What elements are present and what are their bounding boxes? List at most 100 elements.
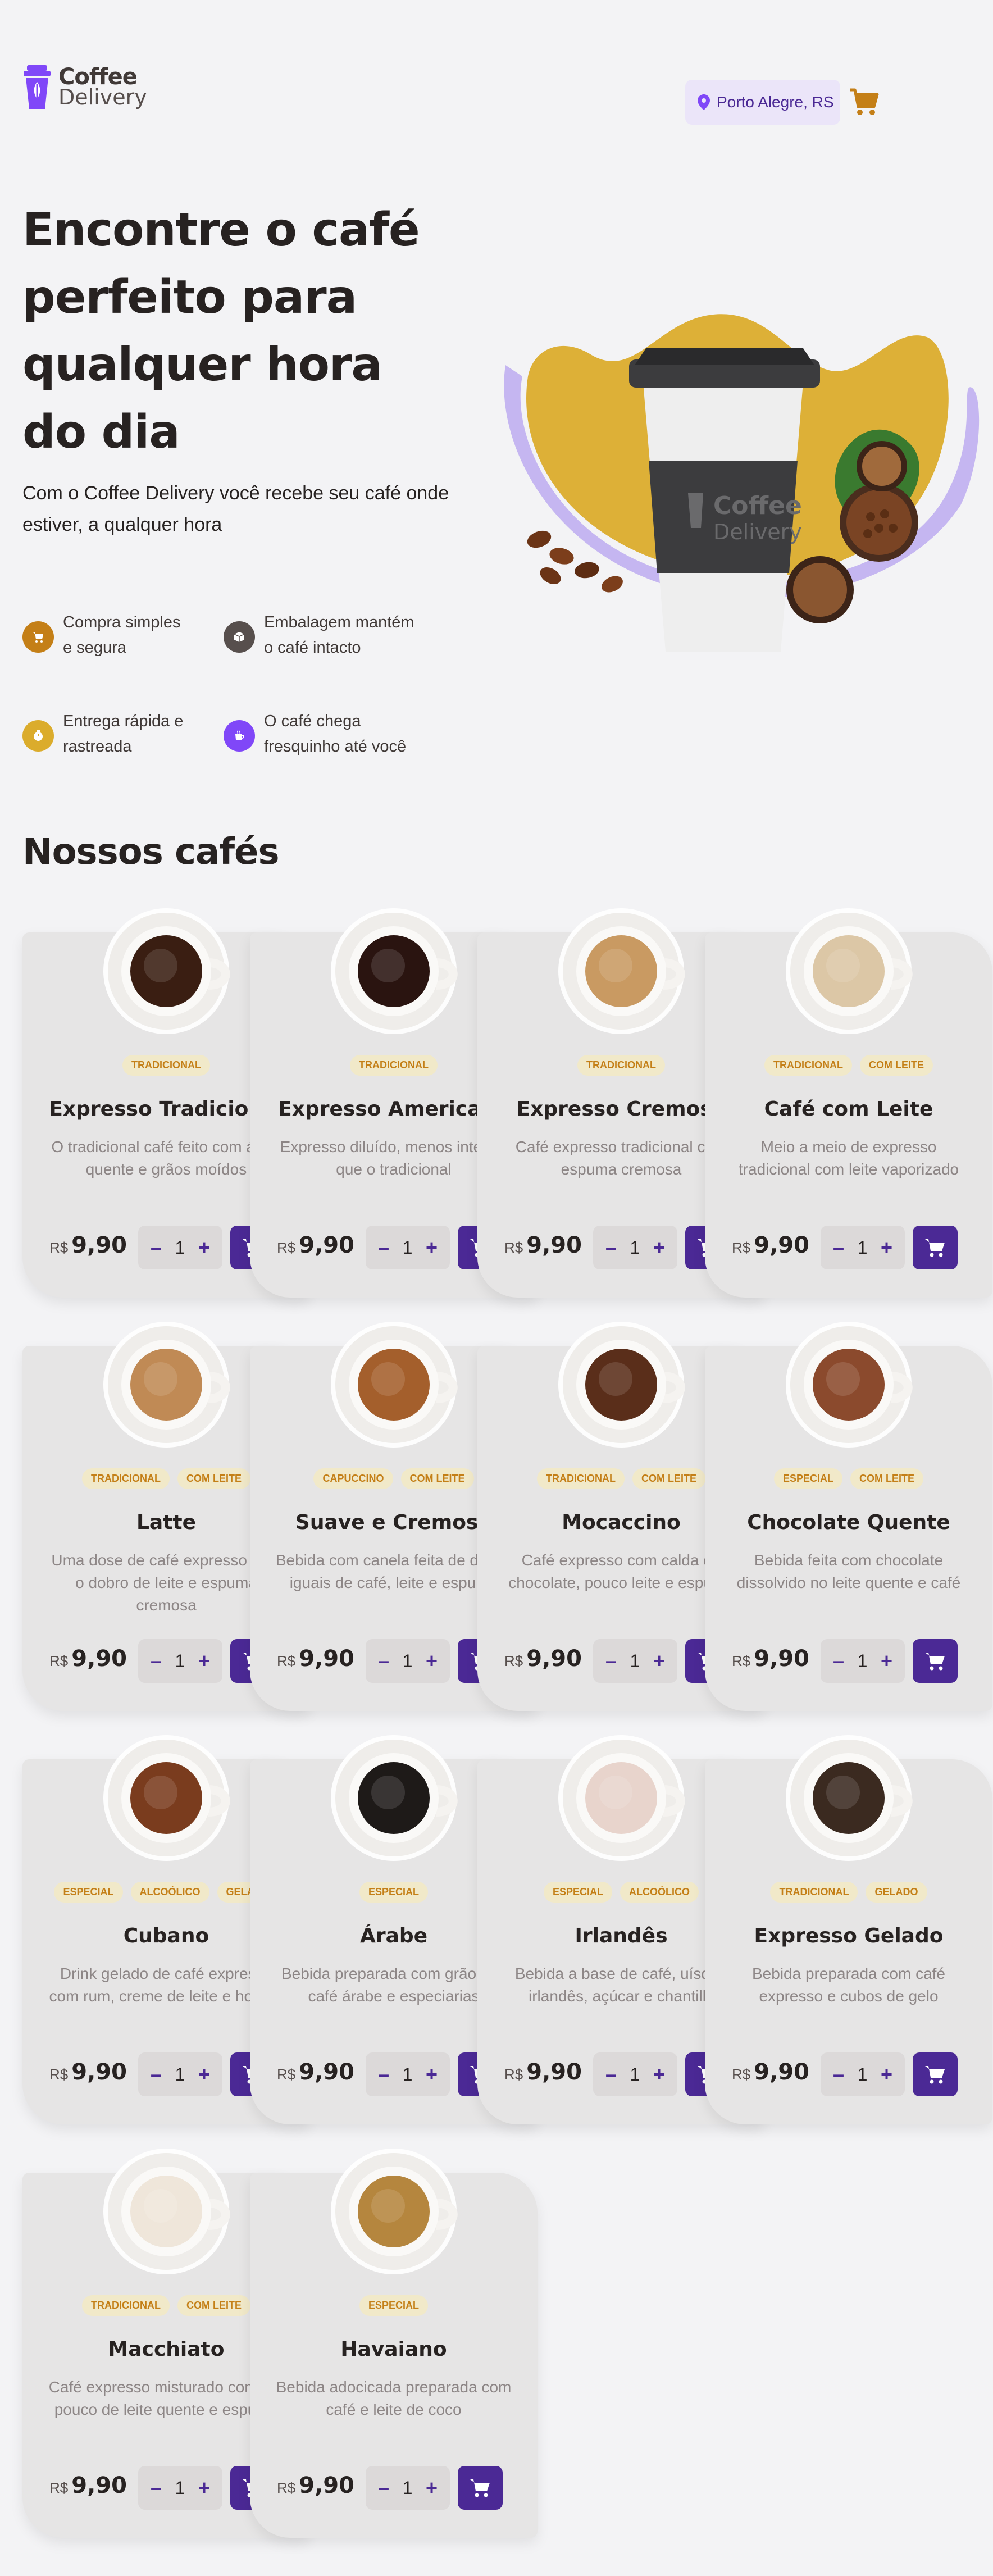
coffee-tag: TRADICIONAL: [82, 1468, 170, 1489]
plus-icon[interactable]: +: [198, 1649, 210, 1673]
currency-label: R$: [504, 1653, 523, 1669]
coffee-tag: TRADICIONAL: [537, 1468, 625, 1489]
minus-icon[interactable]: –: [378, 1649, 389, 1673]
package-icon: [224, 621, 255, 653]
minus-icon[interactable]: –: [378, 2063, 389, 2086]
coffee-price: R$ 9,90: [732, 1646, 809, 1672]
cart-icon[interactable]: [849, 88, 880, 117]
currency-label: R$: [504, 2066, 523, 2083]
quantity-stepper[interactable]: – 1 +: [138, 2466, 222, 2510]
coffee-price: R$ 9,90: [277, 2059, 354, 2085]
coffee-tag: TRADICIONAL: [764, 1055, 852, 1076]
minus-icon[interactable]: –: [151, 1649, 162, 1673]
coffee-cup-photo-icon: [331, 1735, 458, 1861]
quantity-value: 1: [857, 2064, 868, 2085]
coffee-tag: COM LEITE: [177, 1468, 250, 1489]
quantity-stepper[interactable]: – 1 +: [366, 2052, 450, 2096]
minus-icon[interactable]: –: [605, 1649, 617, 1673]
quantity-value: 1: [175, 1237, 185, 1258]
plus-icon[interactable]: +: [653, 1236, 665, 1259]
coffee-tag: ESPECIAL: [359, 2295, 429, 2316]
logo-text: Coffee Delivery: [58, 66, 147, 108]
minus-icon[interactable]: –: [833, 2063, 844, 2086]
coffee-name: Chocolate Quente: [747, 1511, 950, 1534]
currency-label: R$: [49, 2066, 69, 2083]
minus-icon[interactable]: –: [605, 2063, 617, 2086]
plus-icon[interactable]: +: [881, 2063, 892, 2086]
coffee-tag: ALCOÓLICO: [620, 1882, 699, 1903]
quantity-stepper[interactable]: – 1 +: [366, 1639, 450, 1683]
add-to-cart-button[interactable]: [913, 2052, 958, 2096]
add-to-cart-button[interactable]: [458, 2466, 503, 2510]
price-value: 9,90: [299, 2059, 354, 2085]
plus-icon[interactable]: +: [426, 2476, 438, 2500]
coffee-cup-photo-icon: [786, 1735, 913, 1861]
location-button[interactable]: Porto Alegre, RS: [685, 80, 840, 125]
coffee-card: TRADICIONAL GELADO Expresso Gelado Bebida…: [705, 1735, 992, 2124]
coffee-price: R$ 9,90: [277, 1646, 354, 1672]
quantity-stepper[interactable]: – 1 +: [821, 2052, 905, 2096]
plus-icon[interactable]: +: [426, 2063, 438, 2086]
coffee-tag: COM LEITE: [400, 1468, 474, 1489]
minus-icon[interactable]: –: [378, 1236, 389, 1259]
plus-icon[interactable]: +: [426, 1649, 438, 1673]
feature-fast-delivery: Entrega rápida e rastreada: [22, 709, 213, 759]
minus-icon[interactable]: –: [151, 2476, 162, 2500]
quantity-stepper[interactable]: – 1 +: [593, 2052, 677, 2096]
plus-icon[interactable]: +: [653, 1649, 665, 1673]
add-to-cart-button[interactable]: [913, 1639, 958, 1683]
coffee-cup-photo-icon: [558, 1322, 685, 1448]
plus-icon[interactable]: +: [198, 2476, 210, 2500]
quantity-stepper[interactable]: – 1 +: [138, 1639, 222, 1683]
coffee-tag: TRADICIONAL: [82, 2295, 170, 2316]
plus-icon[interactable]: +: [881, 1649, 892, 1673]
coffee-cup-photo-icon: [331, 908, 458, 1034]
minus-icon[interactable]: –: [605, 1236, 617, 1259]
coffee-tag: ALCOÓLICO: [130, 1882, 209, 1903]
coffee-tags: ESPECIAL: [250, 2295, 538, 2316]
cart-icon: [925, 1653, 945, 1671]
coffee-tag: TRADICIONAL: [577, 1055, 665, 1076]
minus-icon[interactable]: –: [378, 2476, 389, 2500]
minus-icon[interactable]: –: [833, 1236, 844, 1259]
coffee-price: R$ 9,90: [277, 1232, 354, 1258]
feature-fresh-coffee: O café chega fresquinho até você: [224, 709, 437, 759]
minus-icon[interactable]: –: [833, 1649, 844, 1673]
coffee-tag: TRADICIONAL: [770, 1882, 858, 1903]
coffee-price: R$ 9,90: [49, 1232, 127, 1258]
quantity-stepper[interactable]: – 1 +: [366, 1226, 450, 1269]
quantity-value: 1: [402, 1237, 413, 1258]
quantity-stepper[interactable]: – 1 +: [821, 1226, 905, 1269]
quantity-stepper[interactable]: – 1 +: [366, 2466, 450, 2510]
coffee-cup-photo-icon: [558, 908, 685, 1034]
quantity-stepper[interactable]: – 1 +: [821, 1639, 905, 1683]
price-value: 9,90: [71, 1232, 127, 1258]
minus-icon[interactable]: –: [151, 1236, 162, 1259]
coffee-tag: TRADICIONAL: [122, 1055, 210, 1076]
minus-icon[interactable]: –: [151, 2063, 162, 2086]
price-value: 9,90: [526, 2059, 582, 2085]
coffee-price: R$ 9,90: [504, 1646, 582, 1672]
plus-icon[interactable]: +: [198, 1236, 210, 1259]
coffee-tag: COM LEITE: [632, 1468, 705, 1489]
currency-label: R$: [49, 2479, 69, 2496]
plus-icon[interactable]: +: [198, 2063, 210, 2086]
coffee-price: R$ 9,90: [49, 2473, 127, 2498]
add-to-cart-button[interactable]: [913, 1226, 958, 1269]
quantity-value: 1: [175, 2064, 185, 2085]
logo[interactable]: Coffee Delivery: [22, 65, 147, 109]
quantity-stepper[interactable]: – 1 +: [593, 1639, 677, 1683]
currency-label: R$: [277, 1239, 296, 1256]
plus-icon[interactable]: +: [426, 1236, 438, 1259]
coffee-name: Havaiano: [340, 2338, 447, 2361]
coffee-tag: TRADICIONAL: [350, 1055, 438, 1076]
feature-label: Compra simples e segura: [63, 613, 181, 657]
quantity-stepper[interactable]: – 1 +: [593, 1226, 677, 1269]
plus-icon[interactable]: +: [653, 2063, 665, 2086]
quantity-stepper[interactable]: – 1 +: [138, 1226, 222, 1269]
quantity-stepper[interactable]: – 1 +: [138, 2052, 222, 2096]
coffee-card: ESPECIAL COM LEITE Chocolate Quente Bebid…: [705, 1322, 992, 1711]
hero-coffee-cup-illustration: Coffee Delivery: [504, 314, 980, 652]
price-value: 9,90: [71, 2473, 127, 2498]
plus-icon[interactable]: +: [881, 1236, 892, 1259]
